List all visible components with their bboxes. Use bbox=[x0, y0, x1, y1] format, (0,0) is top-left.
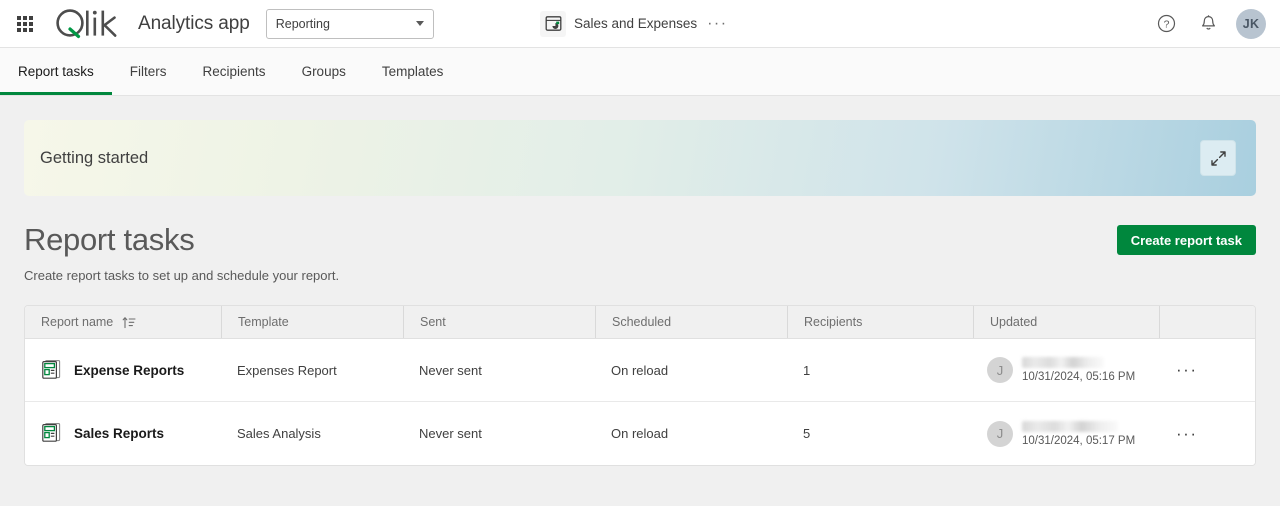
document-more-button[interactable]: ··· bbox=[705, 15, 729, 31]
tab-report-tasks[interactable]: Report tasks bbox=[0, 48, 112, 95]
updated-by-name-redacted bbox=[1022, 420, 1118, 432]
table-row[interactable]: Expense Reports Expenses Report Never se… bbox=[25, 339, 1255, 402]
help-icon: ? bbox=[1157, 14, 1175, 33]
column-header-sent[interactable]: Sent bbox=[403, 306, 595, 338]
report-icon bbox=[41, 358, 63, 383]
notifications-button[interactable] bbox=[1194, 10, 1222, 38]
row-actions-menu-button[interactable]: ··· bbox=[1173, 361, 1200, 378]
grid-icon bbox=[17, 15, 33, 32]
page-subtitle: Create report tasks to set up and schedu… bbox=[24, 268, 340, 283]
banner-expand-button[interactable] bbox=[1200, 140, 1236, 176]
tab-label: Recipients bbox=[202, 64, 266, 79]
cell-template: Expenses Report bbox=[237, 362, 337, 378]
space-selector[interactable]: Reporting bbox=[265, 8, 434, 39]
column-header-template[interactable]: Template bbox=[221, 306, 403, 338]
main-content: Getting started Report tasks Create repo… bbox=[0, 96, 1280, 505]
updated-date: 10/31/2024, 05:16 PM bbox=[1022, 371, 1136, 383]
cell-scheduled: On reload bbox=[611, 426, 669, 441]
row-actions-menu-button[interactable]: ··· bbox=[1173, 425, 1200, 442]
tab-bar: Report tasks Filters Recipients Groups T… bbox=[0, 48, 1280, 96]
cell-recipients: 1 bbox=[803, 362, 811, 378]
cell-updated: J 10/31/2024, 05:17 PM bbox=[973, 402, 1159, 465]
cell-actions: ··· bbox=[1159, 402, 1255, 465]
cell-sent: Never sent bbox=[419, 362, 482, 378]
app-title: Analytics app bbox=[138, 12, 250, 34]
svg-text:?: ? bbox=[1163, 18, 1169, 30]
sheet-chart-icon bbox=[545, 16, 561, 31]
tab-label: Groups bbox=[301, 64, 346, 79]
cell-updated: J 10/31/2024, 05:16 PM bbox=[973, 339, 1159, 401]
cell-template: Sales Analysis bbox=[237, 426, 321, 441]
chevron-down-icon bbox=[415, 21, 424, 26]
tab-label: Filters bbox=[129, 64, 167, 79]
column-label: Report name bbox=[41, 315, 114, 329]
document-name[interactable]: Sales and Expenses bbox=[574, 16, 697, 31]
qlik-logo[interactable] bbox=[54, 8, 124, 39]
top-header-bar: Analytics app Reporting Sales and Expens… bbox=[0, 0, 1280, 48]
sort-ascending-icon bbox=[122, 316, 136, 329]
cell-sent: Never sent bbox=[419, 426, 482, 441]
updated-text-group: 10/31/2024, 05:16 PM bbox=[1022, 357, 1135, 383]
page-title: Report tasks bbox=[24, 222, 195, 257]
user-avatar[interactable]: JK bbox=[1236, 8, 1266, 39]
report-name-text: Expense Reports bbox=[74, 362, 185, 378]
cell-scheduled: On reload bbox=[611, 362, 669, 378]
column-label: Scheduled bbox=[612, 315, 672, 329]
sheet-icon-button[interactable] bbox=[540, 10, 566, 37]
cell-report-name[interactable]: Expense Reports bbox=[25, 339, 221, 401]
column-header-updated[interactable]: Updated bbox=[973, 306, 1159, 338]
tab-groups[interactable]: Groups bbox=[284, 48, 364, 95]
updated-text-group: 10/31/2024, 05:17 PM bbox=[1022, 420, 1136, 447]
column-header-scheduled[interactable]: Scheduled bbox=[595, 306, 787, 338]
tab-label: Report tasks bbox=[18, 64, 94, 79]
report-name-text: Sales Reports bbox=[74, 426, 165, 441]
table-header-row: Report name Template Sent Scheduled Reci… bbox=[25, 306, 1255, 339]
help-button[interactable]: ? bbox=[1152, 10, 1180, 38]
expand-icon bbox=[1210, 150, 1226, 166]
column-header-actions bbox=[1159, 306, 1255, 338]
updated-by-avatar: J bbox=[987, 357, 1013, 383]
page-header: Report tasks Create report tasks to set … bbox=[24, 222, 1256, 283]
page-header-text: Report tasks Create report tasks to set … bbox=[24, 222, 339, 283]
cell-recipients: 5 bbox=[803, 426, 811, 441]
report-icon bbox=[41, 421, 63, 446]
column-header-recipients[interactable]: Recipients bbox=[787, 306, 973, 338]
tab-recipients[interactable]: Recipients bbox=[185, 48, 284, 95]
create-report-task-button[interactable]: Create report task bbox=[1116, 225, 1256, 255]
tab-templates[interactable]: Templates bbox=[364, 48, 462, 95]
column-label: Updated bbox=[990, 315, 1038, 329]
table-row[interactable]: Sales Reports Sales Analysis Never sent … bbox=[25, 402, 1255, 465]
tab-filters[interactable]: Filters bbox=[112, 48, 185, 95]
document-breadcrumb: Sales and Expenses ··· bbox=[540, 10, 730, 37]
updated-by-avatar: J bbox=[987, 420, 1013, 447]
banner-title: Getting started bbox=[40, 148, 149, 167]
app-launcher-button[interactable] bbox=[10, 9, 40, 39]
space-selector-value: Reporting bbox=[275, 16, 330, 31]
tab-label: Templates bbox=[381, 64, 444, 79]
report-tasks-table: Report name Template Sent Scheduled Reci… bbox=[24, 305, 1256, 466]
column-label: Sent bbox=[420, 315, 446, 329]
updated-date: 10/31/2024, 05:17 PM bbox=[1022, 434, 1136, 447]
qlik-logo-icon bbox=[56, 8, 117, 38]
column-header-report-name[interactable]: Report name bbox=[25, 306, 221, 338]
bell-icon bbox=[1201, 15, 1215, 30]
updated-by-name-redacted bbox=[1022, 357, 1104, 368]
header-actions: ? JK bbox=[1152, 8, 1266, 39]
column-label: Template bbox=[238, 315, 289, 329]
column-label: Recipients bbox=[804, 315, 863, 329]
getting-started-banner: Getting started bbox=[24, 120, 1256, 196]
cell-report-name[interactable]: Sales Reports bbox=[25, 402, 221, 465]
cell-actions: ··· bbox=[1159, 339, 1255, 401]
